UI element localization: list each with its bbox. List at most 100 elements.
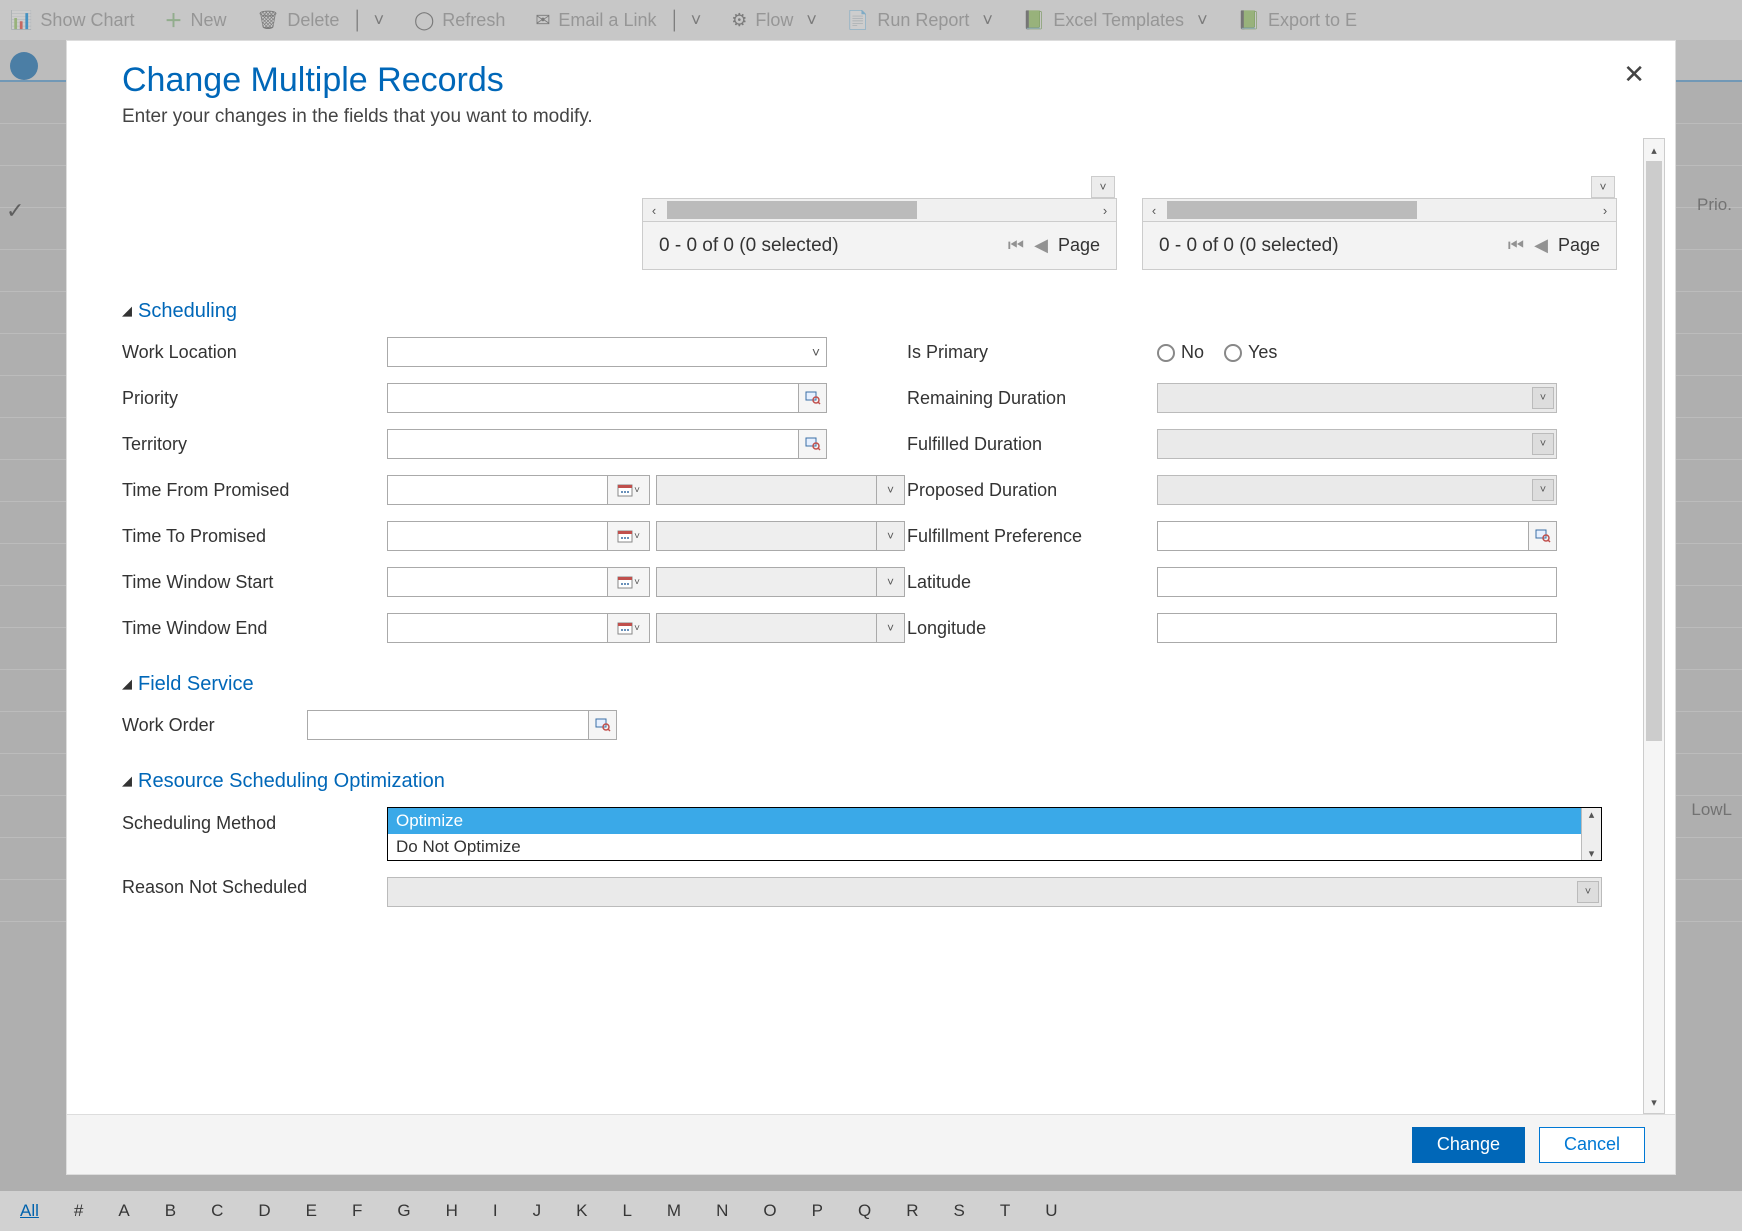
- scroll-down-icon[interactable]: ▾: [1644, 1091, 1664, 1113]
- reason-not-scheduled-field[interactable]: ˅: [387, 877, 1602, 907]
- time-window-start-field: ˅ ˅: [387, 567, 827, 597]
- chevron-down-icon[interactable]: ˅: [1577, 881, 1599, 903]
- remaining-duration-field[interactable]: ˅: [1157, 383, 1557, 413]
- chevron-down-icon[interactable]: ˅: [876, 522, 904, 550]
- collapse-icon: ◢: [122, 676, 132, 692]
- time-input[interactable]: ˅: [656, 475, 905, 505]
- is-primary-radios: No Yes: [1157, 342, 1557, 363]
- modal-title: Change Multiple Records: [122, 61, 1635, 100]
- chevron-down-icon[interactable]: ˅: [1091, 176, 1115, 198]
- date-input[interactable]: ˅: [387, 613, 650, 643]
- prev-page-icon[interactable]: ◀: [1034, 235, 1048, 256]
- grid-status-bar: 0 - 0 of 0 (0 selected) ⏮ ◀ Page: [642, 222, 1117, 270]
- close-icon: ✕: [1623, 59, 1645, 89]
- scroll-up-icon[interactable]: ▴: [1644, 139, 1664, 161]
- scrollbar-thumb[interactable]: [1646, 161, 1662, 741]
- lookup-icon[interactable]: [1528, 522, 1556, 550]
- priority-input[interactable]: [388, 384, 798, 412]
- radio-no[interactable]: No: [1157, 342, 1204, 363]
- hscrollbar[interactable]: ‹ ›: [1142, 198, 1617, 222]
- date-input[interactable]: ˅: [387, 521, 650, 551]
- scroll-right-icon[interactable]: ›: [1094, 203, 1116, 218]
- dropdown-option-optimize[interactable]: Optimize: [388, 808, 1601, 834]
- chevron-down-icon[interactable]: ˅: [876, 476, 904, 504]
- scheduling-method-dropdown[interactable]: Optimize Do Not Optimize ▴▾: [387, 807, 1602, 861]
- hscroll-thumb[interactable]: [667, 201, 917, 219]
- section-scheduling: ◢ Scheduling Work Location ˅ Is Primary …: [122, 300, 1645, 643]
- latitude-input[interactable]: [1157, 567, 1557, 597]
- label-longitude: Longitude: [907, 618, 1157, 639]
- subgrid-left: ˅ ‹ › 0 - 0 of 0 (0 selected) ⏮ ◀ Page: [642, 168, 1117, 270]
- label-proposed-duration: Proposed Duration: [907, 480, 1157, 501]
- radio-yes[interactable]: Yes: [1224, 342, 1277, 363]
- territory-lookup[interactable]: [387, 429, 827, 459]
- label-time-to-promised: Time To Promised: [122, 526, 387, 547]
- priority-lookup[interactable]: [387, 383, 827, 413]
- grid-status-text: 0 - 0 of 0 (0 selected): [1159, 235, 1339, 257]
- chevron-down-icon[interactable]: ˅: [1532, 433, 1554, 455]
- scroll-left-icon[interactable]: ‹: [1143, 203, 1165, 218]
- work-order-lookup[interactable]: [307, 710, 617, 740]
- label-fulfilled-duration: Fulfilled Duration: [907, 434, 1157, 455]
- chevron-down-icon[interactable]: ˅: [1532, 387, 1554, 409]
- time-window-end-field: ˅ ˅: [387, 613, 827, 643]
- prev-page-icon[interactable]: ◀: [1534, 235, 1548, 256]
- calendar-icon[interactable]: ˅: [607, 568, 649, 596]
- modal-subtitle: Enter your changes in the fields that yo…: [122, 106, 1635, 128]
- section-header-scheduling[interactable]: ◢ Scheduling: [122, 300, 1645, 323]
- collapse-icon: ◢: [122, 303, 132, 319]
- calendar-icon[interactable]: ˅: [607, 614, 649, 642]
- label-time-window-end: Time Window End: [122, 618, 387, 639]
- time-input[interactable]: ˅: [656, 567, 905, 597]
- chevron-down-icon[interactable]: ˅: [876, 614, 904, 642]
- work-location-select[interactable]: ˅: [387, 337, 827, 367]
- date-input[interactable]: ˅: [387, 475, 650, 505]
- work-order-input[interactable]: [308, 711, 588, 739]
- date-input[interactable]: ˅: [387, 567, 650, 597]
- calendar-icon[interactable]: ˅: [607, 522, 649, 550]
- cancel-button[interactable]: Cancel: [1539, 1127, 1645, 1163]
- section-field-service: ◢ Field Service Work Order: [122, 673, 1645, 740]
- page-label: Page: [1058, 235, 1100, 256]
- modal-backdrop: Change Multiple Records Enter your chang…: [0, 0, 1742, 1231]
- dropdown-scrollbar[interactable]: ▴▾: [1581, 808, 1601, 860]
- fulfillment-preference-lookup[interactable]: [1157, 521, 1557, 551]
- chevron-down-icon[interactable]: ˅: [1591, 176, 1615, 198]
- close-button[interactable]: ✕: [1623, 59, 1645, 90]
- chevron-down-icon[interactable]: ˅: [876, 568, 904, 596]
- first-page-icon[interactable]: ⏮: [1508, 235, 1524, 256]
- label-time-from-promised: Time From Promised: [122, 480, 387, 501]
- label-is-primary: Is Primary: [907, 342, 1157, 363]
- scroll-left-icon[interactable]: ‹: [643, 203, 665, 218]
- section-header-field-service[interactable]: ◢ Field Service: [122, 673, 1645, 696]
- calendar-icon[interactable]: ˅: [607, 476, 649, 504]
- fulfillment-preference-input[interactable]: [1158, 522, 1528, 550]
- hscroll-thumb[interactable]: [1167, 201, 1417, 219]
- lookup-icon[interactable]: [798, 384, 826, 412]
- label-work-order: Work Order: [122, 715, 257, 736]
- chevron-down-icon[interactable]: ˅: [1532, 479, 1554, 501]
- territory-input[interactable]: [388, 430, 798, 458]
- label-time-window-start: Time Window Start: [122, 572, 387, 593]
- modal-scrollbar[interactable]: ▴ ▾: [1643, 138, 1665, 1114]
- lookup-icon[interactable]: [798, 430, 826, 458]
- scroll-right-icon[interactable]: ›: [1594, 203, 1616, 218]
- fulfilled-duration-field[interactable]: ˅: [1157, 429, 1557, 459]
- proposed-duration-field[interactable]: ˅: [1157, 475, 1557, 505]
- time-input[interactable]: ˅: [656, 613, 905, 643]
- first-page-icon[interactable]: ⏮: [1008, 235, 1024, 256]
- hscrollbar[interactable]: ‹ ›: [642, 198, 1117, 222]
- label-latitude: Latitude: [907, 572, 1157, 593]
- grid-status-text: 0 - 0 of 0 (0 selected): [659, 235, 839, 257]
- collapse-icon: ◢: [122, 773, 132, 789]
- change-records-modal: Change Multiple Records Enter your chang…: [66, 40, 1676, 1175]
- section-header-rso[interactable]: ◢ Resource Scheduling Optimization: [122, 770, 1645, 793]
- time-to-promised-field: ˅ ˅: [387, 521, 827, 551]
- label-fulfillment-preference: Fulfillment Preference: [907, 526, 1157, 547]
- lookup-icon[interactable]: [588, 711, 616, 739]
- label-scheduling-method: Scheduling Method: [122, 807, 387, 834]
- longitude-input[interactable]: [1157, 613, 1557, 643]
- dropdown-option-do-not-optimize[interactable]: Do Not Optimize: [388, 834, 1601, 860]
- time-input[interactable]: ˅: [656, 521, 905, 551]
- change-button[interactable]: Change: [1412, 1127, 1525, 1163]
